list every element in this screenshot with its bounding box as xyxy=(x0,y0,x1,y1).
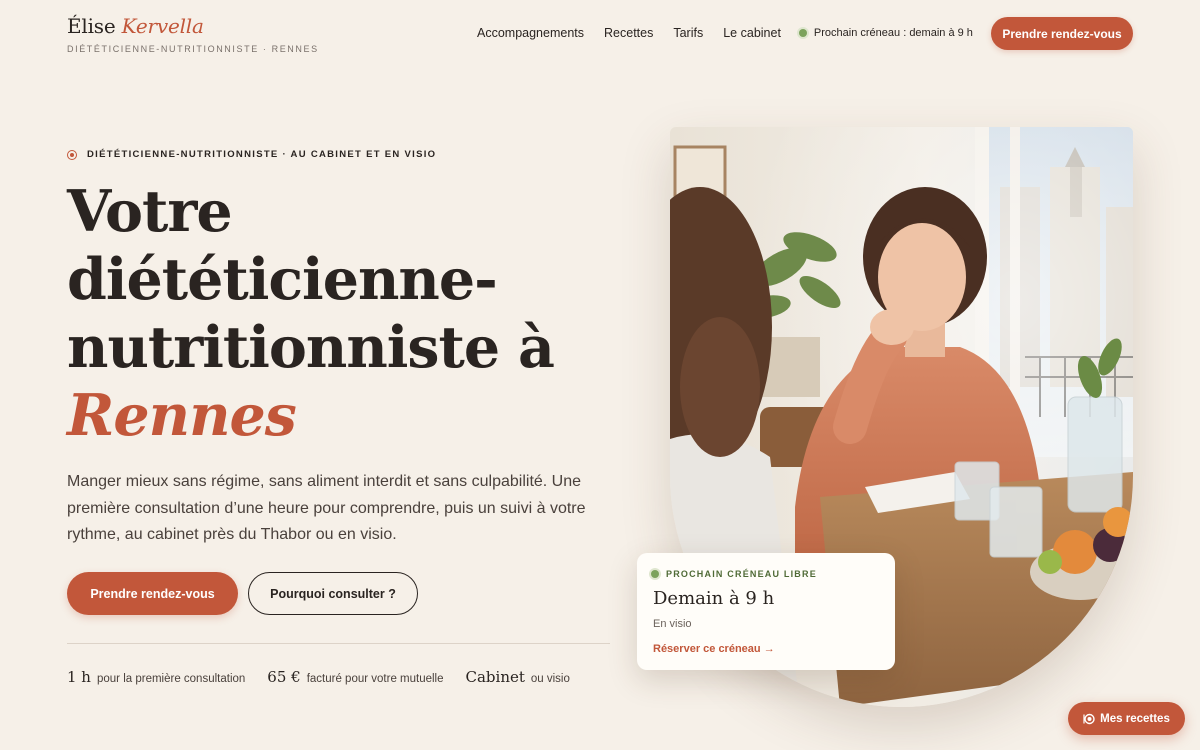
hero-divider xyxy=(67,643,610,644)
stat-value: 65 € xyxy=(267,668,301,686)
card-slot-title: Demain à 9 h xyxy=(653,588,775,609)
availability-dot-icon xyxy=(651,570,659,578)
plate-icon xyxy=(1083,713,1095,724)
my-recipes-button[interactable]: Mes recettes xyxy=(1068,702,1185,735)
stat-duration: 1 h pour la première consultation xyxy=(67,668,245,686)
nav-item-accompagnements[interactable]: Accompagnements xyxy=(477,26,584,40)
next-slot-status: Prochain créneau : demain à 9 h xyxy=(798,27,973,39)
stat-location: Cabinet ou visio xyxy=(466,668,570,686)
target-icon xyxy=(67,149,77,160)
hero-booking-button[interactable]: Prendre rendez-vous xyxy=(67,572,238,615)
brand-tagline: DIÉTÉTICIENNE-NUTRITIONNISTE · RENNES xyxy=(67,44,319,54)
nav-item-tarifs[interactable]: Tarifs xyxy=(673,26,703,40)
book-slot-link[interactable]: Réserver ce créneau → xyxy=(653,643,879,655)
nav-item-cabinet[interactable]: Le cabinet xyxy=(723,26,781,40)
stat-label: pour la première consultation xyxy=(96,673,246,685)
why-consult-button[interactable]: Pourquoi consulter ? xyxy=(248,572,418,615)
next-slot-text: Prochain créneau : demain à 9 h xyxy=(813,27,973,39)
headline-accent: Rennes xyxy=(67,382,297,449)
main-nav: Accompagnements Recettes Tarifs Le cabin… xyxy=(477,26,973,40)
headline-line-2: diététicienne- xyxy=(67,246,498,313)
stat-label: facturé pour votre mutuelle xyxy=(306,673,444,685)
hero-headline: Votre diététicienne- nutritionniste à Re… xyxy=(67,178,627,450)
nav-item-recettes[interactable]: Recettes xyxy=(604,26,653,40)
headline-line-3: nutritionniste à xyxy=(67,314,555,381)
eyebrow-text: DIÉTÉTICIENNE-NUTRITIONNISTE · AU CABINE… xyxy=(87,149,437,160)
stat-label: ou visio xyxy=(530,673,570,685)
stat-price: 65 € facturé pour votre mutuelle xyxy=(267,668,443,686)
availability-dot-icon xyxy=(798,29,807,37)
card-eyebrow: PROCHAIN CRÉNEAU LIBRE xyxy=(651,569,879,579)
card-slot-mode: En visio xyxy=(653,618,692,630)
brand-name: Élise Kervella xyxy=(67,14,204,38)
next-slot-card: PROCHAIN CRÉNEAU LIBRE Demain à 9 h En v… xyxy=(637,553,895,670)
card-eyebrow-text: PROCHAIN CRÉNEAU LIBRE xyxy=(666,569,817,579)
my-recipes-label: Mes recettes xyxy=(1100,712,1170,725)
hero-lead: Manger mieux sans régime, sans aliment i… xyxy=(67,473,586,543)
hero-stats: 1 h pour la première consultation 65 € f… xyxy=(67,668,592,686)
hero-eyebrow: DIÉTÉTICIENNE-NUTRITIONNISTE · AU CABINE… xyxy=(67,149,436,160)
stat-value: 1 h xyxy=(67,668,91,686)
logo[interactable]: Élise Kervella DIÉTÉTICIENNE-NUTRITIONNI… xyxy=(67,14,319,54)
headline-line-1: Votre xyxy=(67,178,233,245)
header-booking-button[interactable]: Prendre rendez-vous xyxy=(991,17,1133,50)
stat-value: Cabinet xyxy=(465,668,525,686)
